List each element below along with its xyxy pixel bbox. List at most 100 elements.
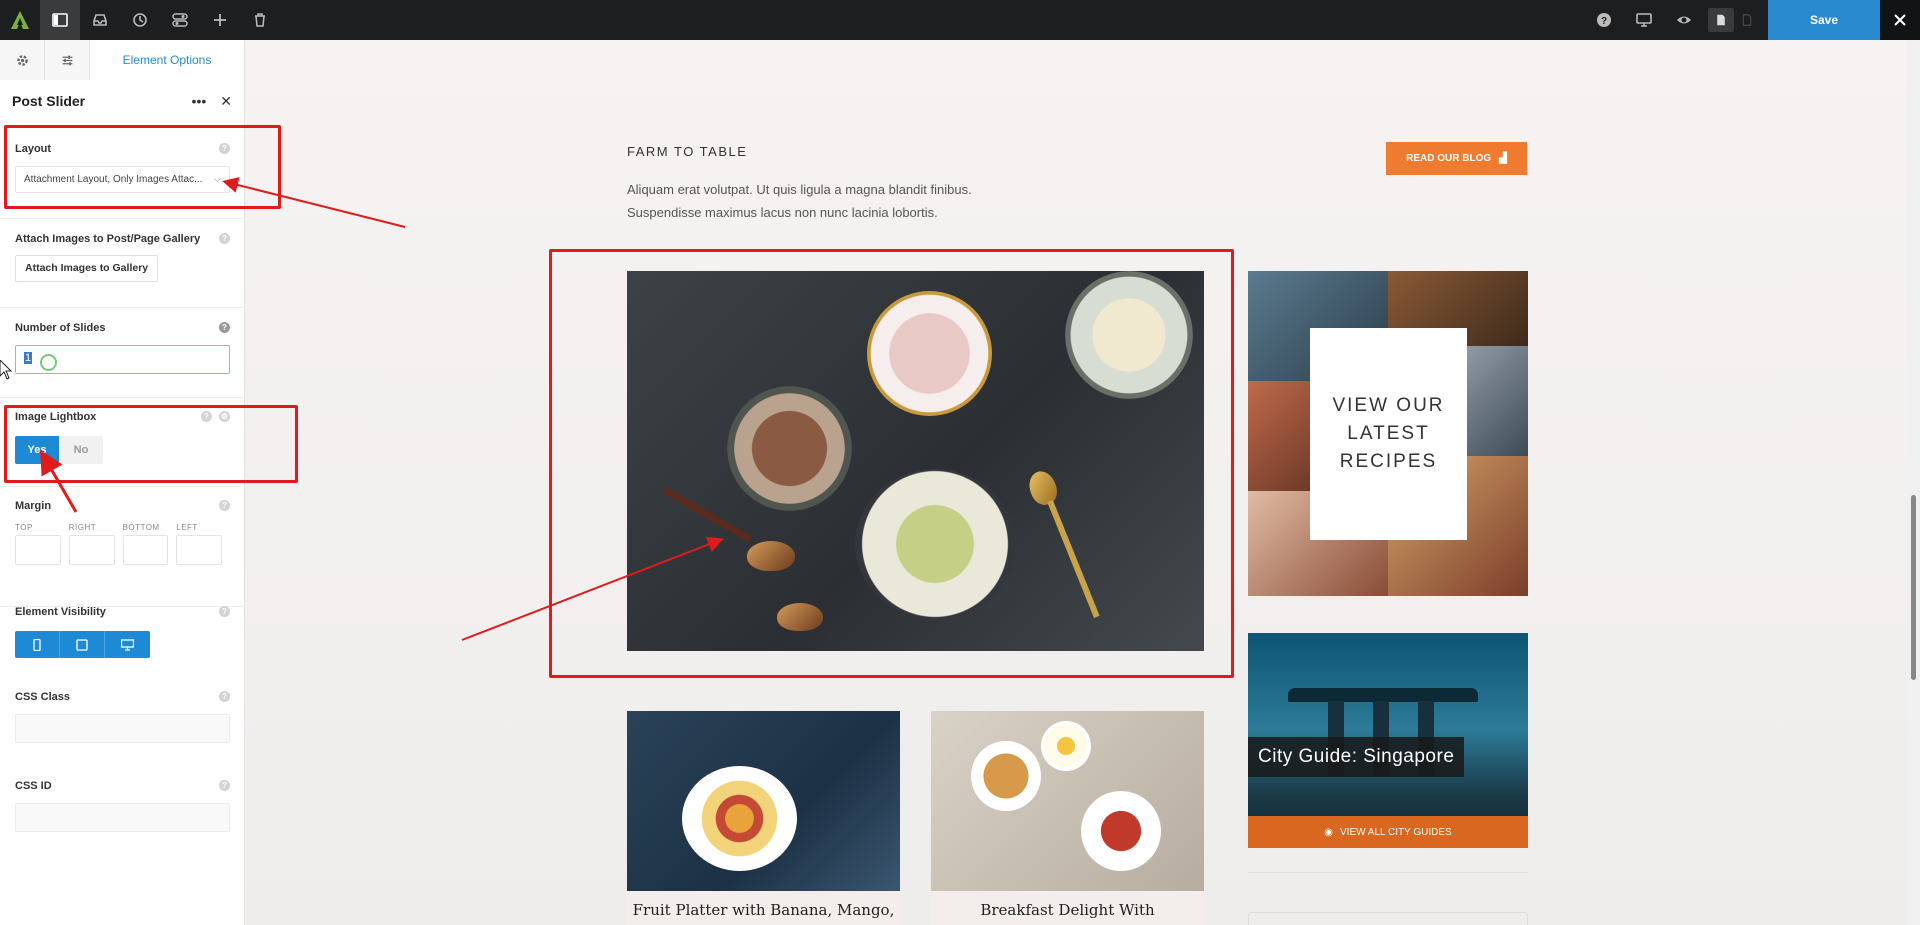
- city-guide-title: City Guide: Singapore: [1248, 737, 1465, 777]
- save-button[interactable]: Save: [1768, 0, 1880, 40]
- page-alt-icon: [1742, 14, 1752, 26]
- page-mode-group: [1708, 8, 1760, 32]
- city-guide-card[interactable]: City Guide: Singapore ◉ VIEW ALL CITY GU…: [1248, 633, 1528, 848]
- page-icon: [1717, 14, 1725, 26]
- library-button[interactable]: [80, 0, 120, 40]
- annotation-box-layout: [4, 125, 281, 209]
- post-caption[interactable]: Fruit Platter with Banana, Mango,: [627, 891, 900, 925]
- annotation-box-slider: [549, 249, 1234, 678]
- margin-top-input[interactable]: [15, 535, 61, 565]
- section-eyebrow: FARM TO TABLE: [627, 144, 748, 159]
- gear-icon: [16, 54, 28, 66]
- read-blog-label: READ OUR BLOG: [1406, 153, 1492, 164]
- desktop-icon: [1636, 13, 1652, 27]
- read-blog-button[interactable]: READ OUR BLOG ▟: [1386, 142, 1527, 175]
- recipes-card[interactable]: VIEW OUR LATEST RECIPES: [1248, 271, 1528, 596]
- close-builder-button[interactable]: [1880, 0, 1920, 40]
- help-icon: ?: [1597, 13, 1611, 27]
- recipe-tile: [1467, 346, 1528, 456]
- margin-inputs: [15, 535, 230, 565]
- history-button[interactable]: [120, 0, 160, 40]
- page-alt-mode-button[interactable]: [1734, 8, 1760, 32]
- blog-icon: ▟: [1499, 153, 1507, 164]
- help-icon[interactable]: ?: [219, 606, 230, 617]
- slides-input[interactable]: 1: [15, 345, 230, 374]
- view-city-guides-button[interactable]: ◉ VIEW ALL CITY GUIDES: [1248, 816, 1528, 848]
- egg-plate: [1041, 721, 1091, 771]
- post-thumbnail-fruit[interactable]: [627, 711, 900, 891]
- tab-settings[interactable]: [0, 40, 45, 80]
- delete-button[interactable]: [240, 0, 280, 40]
- history-icon: [133, 13, 147, 27]
- panel-title: Post Slider: [12, 93, 86, 109]
- top-toolbar: ? Save: [0, 0, 1920, 40]
- visibility-tablet-button[interactable]: [60, 631, 105, 658]
- logo-icon: [11, 11, 29, 29]
- visibility-mobile-button[interactable]: [15, 631, 60, 658]
- divider: [0, 486, 245, 487]
- toggle-icon: [172, 13, 188, 27]
- tab-element-options[interactable]: Element Options: [90, 40, 244, 80]
- margin-bottom-label: BOTTOM: [122, 523, 160, 532]
- inbox-icon: [93, 14, 107, 26]
- divider: [0, 397, 245, 398]
- margin-bottom-input[interactable]: [122, 535, 169, 565]
- sliders-icon: [62, 55, 72, 65]
- page-scrollbar[interactable]: [1907, 40, 1920, 925]
- recipe-tile: [1248, 381, 1310, 491]
- close-panel-icon[interactable]: ✕: [220, 93, 232, 110]
- css-class-input[interactable]: [15, 714, 230, 743]
- preview-desktop-button[interactable]: [1624, 0, 1664, 40]
- add-element-button[interactable]: [200, 0, 240, 40]
- toggles-button[interactable]: [160, 0, 200, 40]
- skyline: [1288, 688, 1478, 702]
- section-intro: Aliquam erat volutpat. Ut quis ligula a …: [627, 182, 972, 220]
- panel-header: Post Slider ••• ✕: [0, 80, 244, 122]
- margin-right-input[interactable]: [68, 535, 115, 565]
- mobile-icon: [33, 638, 41, 651]
- margin-left-input[interactable]: [176, 535, 222, 565]
- layout-panel-button[interactable]: [40, 0, 80, 40]
- css-class-option: CSS Class ?: [15, 691, 230, 743]
- help-icon[interactable]: ?: [219, 233, 230, 244]
- visibility-label: Element Visibility: [15, 606, 106, 618]
- margin-labels: TOP RIGHT BOTTOM LEFT: [15, 523, 230, 532]
- post-caption[interactable]: Breakfast Delight With: [931, 891, 1204, 925]
- click-indicator: [40, 354, 57, 371]
- attach-images-button[interactable]: Attach Images to Gallery: [15, 255, 159, 282]
- margin-left-label: LEFT: [176, 523, 198, 532]
- tab-design[interactable]: [45, 40, 90, 80]
- margin-top-label: TOP: [15, 523, 33, 532]
- toolbar-right: ? Save: [1584, 0, 1920, 40]
- builder-logo[interactable]: [0, 0, 40, 40]
- fruit-plate: [682, 766, 797, 871]
- scrollbar-thumb[interactable]: [1911, 495, 1916, 680]
- slides-input-value: 1: [24, 352, 33, 364]
- visibility-desktop-button[interactable]: [105, 631, 150, 658]
- berry-plate: [1081, 791, 1161, 871]
- page-mode-button[interactable]: [1708, 8, 1734, 32]
- sidebar-tabs: Element Options: [0, 40, 244, 80]
- help-icon[interactable]: ?: [219, 322, 230, 333]
- visibility-toggles: [15, 631, 150, 658]
- mouse-cursor-icon: [0, 360, 12, 380]
- slides-label: Number of Slides: [15, 322, 106, 334]
- help-icon[interactable]: ?: [219, 780, 230, 791]
- css-id-input[interactable]: [15, 803, 230, 832]
- attach-label: Attach Images to Post/Page Gallery: [15, 233, 201, 245]
- help-button[interactable]: ?: [1584, 0, 1624, 40]
- preview-button[interactable]: [1664, 0, 1704, 40]
- help-icon[interactable]: ?: [219, 691, 230, 702]
- attach-option: Attach Images to Post/Page Gallery ? Att…: [15, 233, 230, 282]
- desktop-icon: [121, 638, 134, 651]
- help-icon[interactable]: ?: [219, 500, 230, 511]
- post-thumbnail-breakfast[interactable]: [931, 711, 1204, 891]
- slides-option: Number of Slides ? 1: [15, 322, 230, 374]
- svg-text:?: ?: [1601, 16, 1607, 27]
- visibility-option: Element Visibility ?: [15, 606, 230, 658]
- margin-label: Margin: [15, 500, 52, 512]
- divider: [0, 307, 245, 308]
- annotation-box-lightbox: [4, 405, 298, 483]
- margin-right-label: RIGHT: [68, 523, 97, 532]
- more-options-icon[interactable]: •••: [192, 93, 207, 109]
